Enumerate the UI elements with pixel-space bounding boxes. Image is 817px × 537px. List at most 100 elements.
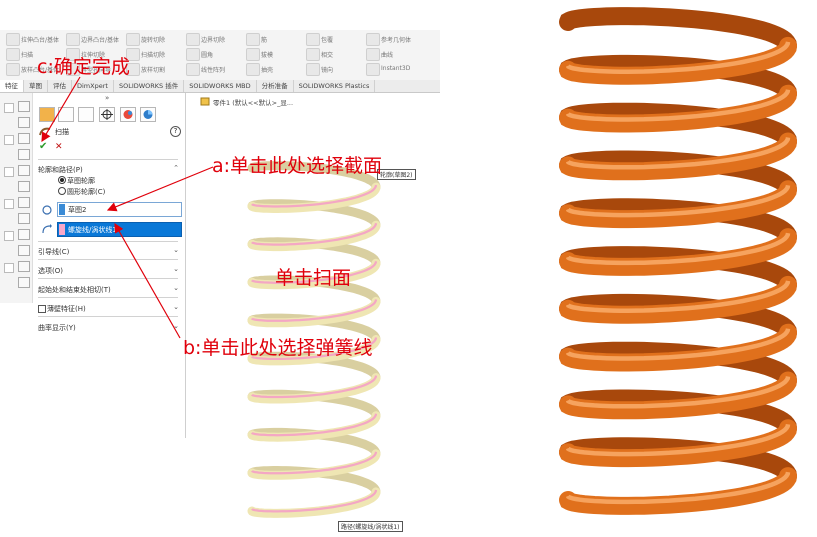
feature-tree-node-icon[interactable]	[18, 181, 30, 192]
tree-toggle-icon[interactable]	[4, 167, 14, 177]
mirror-icon[interactable]	[306, 63, 320, 76]
tree-toggle-icon[interactable]	[4, 199, 14, 209]
divider	[38, 297, 178, 298]
ribbon-button-label[interactable]: 拉伸凸台/基体	[21, 35, 59, 44]
loft-boss-icon[interactable]	[6, 63, 20, 76]
ribbon-button-label[interactable]: 旋转切除	[141, 35, 165, 44]
ribbon-button-label[interactable]: 曲线	[381, 50, 393, 59]
instant3d-icon[interactable]	[366, 63, 380, 76]
thin-feature-checkbox[interactable]	[38, 305, 46, 313]
wrap-icon[interactable]	[306, 33, 320, 46]
shell-icon[interactable]	[246, 63, 260, 76]
profile-selection-box[interactable]: 草图2	[57, 202, 182, 217]
feature-tree-node-icon[interactable]	[18, 101, 30, 112]
tree-toggle-icon[interactable]	[4, 263, 14, 273]
feature-tree-node-icon[interactable]	[18, 213, 30, 224]
ribbon-button-label[interactable]: 放样切割	[141, 65, 165, 74]
boundary-cut-icon[interactable]	[186, 33, 200, 46]
spring-coil-back	[559, 7, 797, 55]
reference-geometry-icon[interactable]	[366, 33, 380, 46]
tab-2[interactable]: 评估	[48, 80, 72, 92]
tab-7[interactable]: SOLIDWORKS Plastics	[294, 80, 376, 92]
options-section[interactable]: 选项(O)	[38, 266, 63, 276]
cancel-button[interactable]: ✕	[55, 142, 63, 152]
ribbon-button-label[interactable]: 线性阵列	[201, 65, 225, 74]
feature-tree-node-icon[interactable]	[18, 277, 30, 288]
path-icon	[42, 224, 52, 234]
feature-tree-node-icon[interactable]	[18, 117, 30, 128]
circular-profile-radio[interactable]	[58, 187, 66, 195]
feature-tree-node-icon[interactable]	[18, 261, 30, 272]
ribbon-button-label[interactable]: 抽壳	[261, 65, 273, 74]
ribbon-button-label[interactable]: 边界切除	[201, 35, 225, 44]
rib-icon[interactable]	[246, 33, 260, 46]
ribbon-button-label[interactable]: 拔模	[261, 50, 273, 59]
ribbon-button-label[interactable]: 筋	[261, 35, 267, 44]
guide-curves-section[interactable]: 引导线(C)	[38, 247, 69, 257]
rendered-spring-image	[538, 0, 817, 522]
ribbon-button-label[interactable]: 扫描	[21, 50, 33, 59]
ribbon-button-label[interactable]: 扫描切除	[141, 50, 165, 59]
annotation-b: b:单击此处选择弹簧线	[183, 337, 373, 359]
chevron-down-icon[interactable]: ⌄	[173, 322, 179, 330]
ribbon-button-label[interactable]: 包覆	[321, 35, 333, 44]
fillet-icon[interactable]	[186, 48, 200, 61]
tab-4[interactable]: SOLIDWORKS 插件	[114, 80, 185, 92]
profile-icon	[42, 205, 52, 215]
feature-tree-node-icon[interactable]	[18, 229, 30, 240]
boundary-boss-icon[interactable]	[66, 33, 80, 46]
chevron-down-icon[interactable]: ⌄	[173, 284, 179, 292]
feature-tree-node-icon[interactable]	[18, 165, 30, 176]
revolve-cut-icon[interactable]	[126, 33, 140, 46]
chevron-up-icon[interactable]: ⌃	[173, 164, 179, 172]
sweep-feature-icon	[39, 127, 51, 136]
cam-manager-tab[interactable]	[140, 107, 156, 122]
tree-toggle-icon[interactable]	[4, 103, 14, 113]
ribbon-button-label[interactable]: 边界凸台/基体	[81, 35, 119, 44]
curvature-display-section[interactable]: 曲率显示(Y)	[38, 323, 76, 333]
extrude-boss-icon[interactable]	[6, 33, 20, 46]
ribbon-button-label[interactable]: 参考几何体	[381, 35, 411, 44]
profile-color-swatch	[59, 204, 65, 215]
ok-button[interactable]: ✔	[39, 141, 47, 152]
configuration-manager-tab[interactable]	[78, 107, 94, 122]
start-end-tangency-section[interactable]: 起始处和结束处相切(T)	[38, 285, 111, 295]
tab-1[interactable]: 草图	[24, 80, 48, 92]
feature-tree-node-icon[interactable]	[18, 197, 30, 208]
ribbon-button-label[interactable]: Instant3D	[381, 65, 410, 72]
profile-path-section[interactable]: 轮廓和路径(P)	[38, 165, 83, 175]
tree-toggle-icon[interactable]	[4, 135, 14, 145]
ribbon-button-label[interactable]: 镜向	[321, 65, 333, 74]
linear-pattern-icon[interactable]	[186, 63, 200, 76]
tab-0[interactable]: 特征	[0, 80, 24, 92]
tab-5[interactable]: SOLIDWORKS MBD	[184, 80, 257, 92]
ribbon-button-label[interactable]: 圆角	[201, 50, 213, 59]
chevron-down-icon[interactable]: ⌄	[173, 246, 179, 254]
feature-tree-node-icon[interactable]	[18, 245, 30, 256]
feature-tree-node-icon[interactable]	[18, 149, 30, 160]
chevron-down-icon[interactable]: ⌄	[173, 303, 179, 311]
path-selection-box[interactable]: 螺旋线/涡状线1	[57, 222, 182, 237]
display-manager-tab[interactable]	[120, 107, 136, 122]
property-manager-tab[interactable]	[58, 107, 74, 122]
sweep-boss-icon[interactable]	[6, 48, 20, 61]
chevron-down-icon[interactable]: ⌄	[173, 265, 179, 273]
intersect-icon[interactable]	[306, 48, 320, 61]
tab-3[interactable]: DimXpert	[72, 80, 114, 92]
annotation-sweep: 单击扫面	[275, 267, 352, 289]
dimxpert-manager-tab[interactable]	[99, 107, 115, 122]
tree-toggle-icon[interactable]	[4, 231, 14, 241]
help-icon[interactable]: ?	[170, 126, 181, 137]
circular-profile-label: 圆形轮廓(C)	[67, 188, 106, 196]
sketch-profile-radio[interactable]	[58, 176, 66, 184]
thin-feature-section[interactable]: 薄壁特征(H)	[47, 304, 86, 314]
draft-icon[interactable]	[246, 48, 260, 61]
feature-manager-tab[interactable]	[39, 107, 55, 122]
panel-collapse-icon[interactable]: »	[105, 94, 109, 102]
pie-icon	[143, 110, 153, 119]
curves-icon[interactable]	[366, 48, 380, 61]
tab-6[interactable]: 分析准备	[257, 80, 294, 92]
command-tabs: 特征 草图 评估 DimXpert SOLIDWORKS 插件 SOLIDWORKS MB…	[0, 80, 440, 93]
ribbon-button-label[interactable]: 相交	[321, 50, 333, 59]
feature-tree-node-icon[interactable]	[18, 133, 30, 144]
